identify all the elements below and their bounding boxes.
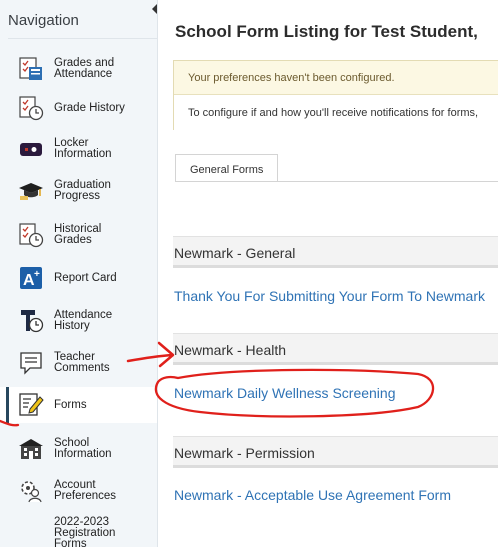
sidebar-item-grade-history[interactable]: Grade History [0,92,157,124]
sidebar-item-account-preferences[interactable]: Account Preferences [0,474,157,508]
grades-icon [18,56,44,82]
sidebar-item-graduation-progress[interactable]: Graduation Progress [0,174,157,208]
comments-icon [18,350,44,376]
preferences-alert: Your preferences haven't been configured… [173,60,498,130]
locker-icon [18,136,44,162]
sidebar-item-report-card[interactable]: A + Report Card [0,262,157,294]
sidebar-item-registration-forms[interactable]: 2022-2023 Registration Forms [0,516,157,547]
sidebar-item-label: History [54,320,90,332]
report-card-icon: A + [18,265,44,291]
graduation-cap-icon [18,178,44,204]
section-header-permission: Newmark - Permission [173,436,498,468]
sidebar-item-label: Grades [54,234,92,246]
historical-grades-icon [18,222,44,248]
sidebar-item-school-information[interactable]: School Information [0,432,157,466]
sidebar-item-grades-and-attendance[interactable]: Grades and Attendance [0,52,157,86]
sidebar-item-label: Information [54,148,112,160]
grade-history-icon [18,95,44,121]
sidebar-item-teacher-comments[interactable]: Teacher Comments [0,346,157,380]
sidebar-item-label: Information [54,448,112,460]
account-preferences-icon [18,478,44,504]
navigation-title: Navigation [8,12,79,29]
tab-underline [175,181,498,182]
divider [8,38,157,39]
collapse-sidebar-icon[interactable] [152,4,157,14]
alert-message: Your preferences haven't been configured… [174,61,498,95]
sidebar-item-label: Attendance [54,68,113,80]
sidebar-item-attendance-history[interactable]: Attendance History [0,304,157,338]
sidebar-item-label: Grade History [54,101,125,114]
form-link-thank-you[interactable]: Thank You For Submitting Your Form To Ne… [174,288,485,304]
page-title: School Form Listing for Test Student, [175,22,478,41]
sidebar-item-label: Forms [54,537,87,547]
svg-text:+: + [34,269,40,280]
forms-icon [18,392,44,418]
navigation-sidebar: Navigation Grades and Attendance Grade Hi… [0,0,158,547]
section-header-general: Newmark - General [173,236,498,268]
alert-detail: To configure if and how you'll receive n… [174,95,498,130]
sidebar-item-forms[interactable]: Forms [0,387,157,423]
sidebar-item-label: Comments [54,362,110,374]
tab-general-forms[interactable]: General Forms [175,154,279,182]
sidebar-item-label: Preferences [54,490,117,502]
main-content: School Form Listing for Test Student, Yo… [159,0,498,547]
sidebar-item-label: Progress [54,190,101,202]
section-header-health: Newmark - Health [173,333,498,365]
school-icon [18,436,44,462]
form-link-daily-wellness-screening[interactable]: Newmark Daily Wellness Screening [174,385,395,401]
form-link-acceptable-use[interactable]: Newmark - Acceptable Use Agreement Form [174,487,451,503]
sidebar-item-label: Report Card [54,271,117,284]
sidebar-item-locker-information[interactable]: Locker Information [0,132,157,166]
sidebar-item-label: Forms [54,398,87,411]
sidebar-item-historical-grades[interactable]: Historical Grades [0,218,157,252]
attendance-history-icon [18,308,44,334]
